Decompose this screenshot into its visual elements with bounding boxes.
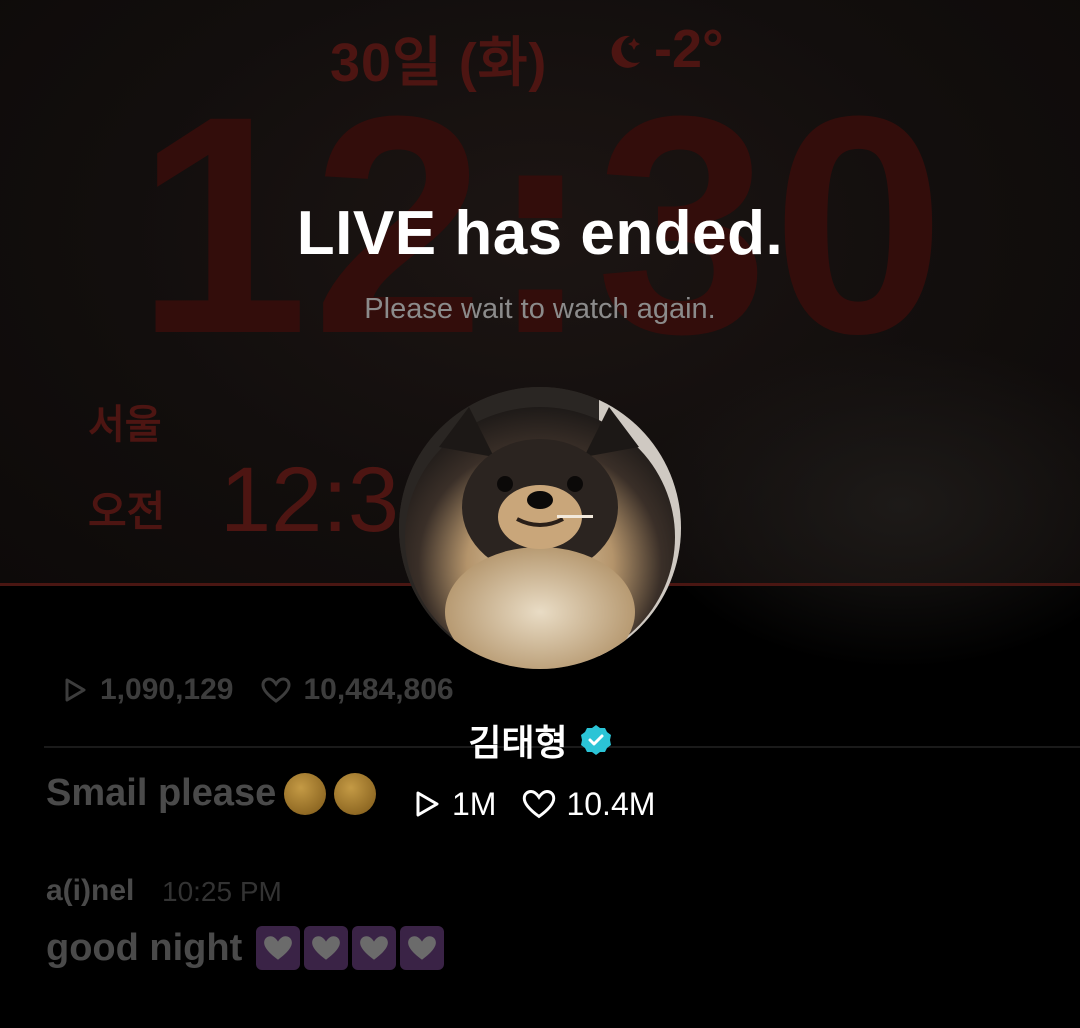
heart-icon [523,790,556,819]
play-count: 1M [412,786,496,823]
kissing-face-icon [334,772,377,815]
chat-message: good night [46,926,448,970]
channel-name[interactable]: 김태형 [468,714,567,766]
live-stats: 1M 10.4M [412,784,655,824]
chat-timestamp: 10:25 PM [162,876,282,907]
heart-icon [261,677,291,703]
chat-username: a(i)nel [46,874,135,907]
heart-icon [256,926,301,970]
live-ended-title: LIVE has ended. [296,199,784,268]
kissing-face-icon [284,772,327,815]
world-clock-time: 12:3 [220,449,400,551]
like-count: 10.4M [522,786,655,823]
faded-like-count: 10,484,806 [303,673,454,706]
channel-name-row: 김태형 [0,714,1080,766]
like-count-value: 10.4M [566,785,656,822]
verified-badge-icon [580,725,611,755]
world-clock-ampm: 오전 [88,488,166,535]
purple-hearts [256,926,448,970]
faded-play-count: 1,090,129 [100,673,234,706]
pomeranian-dog-photo [399,387,681,669]
play-icon [65,678,86,702]
world-clock-city: 서울 [88,403,162,447]
faded-stats: 1,090,129 10,484,806 [62,672,454,708]
chat-message-text: good night [46,926,243,969]
heart-icon [400,926,445,970]
heart-icon [352,926,397,970]
play-count-value: 1M [452,785,497,822]
avatar[interactable] [399,387,681,669]
chat-message: Smail please [46,772,377,815]
chat-message-text: Smail please [46,772,277,814]
live-ended-screen: 30일 (화) -2° 12:30 서울 오전 12:3 1,090,129 1… [0,0,1080,1028]
live-ended-subtitle: Please wait to watch again. [364,293,716,325]
heart-icon [304,926,349,970]
play-icon [416,791,439,817]
